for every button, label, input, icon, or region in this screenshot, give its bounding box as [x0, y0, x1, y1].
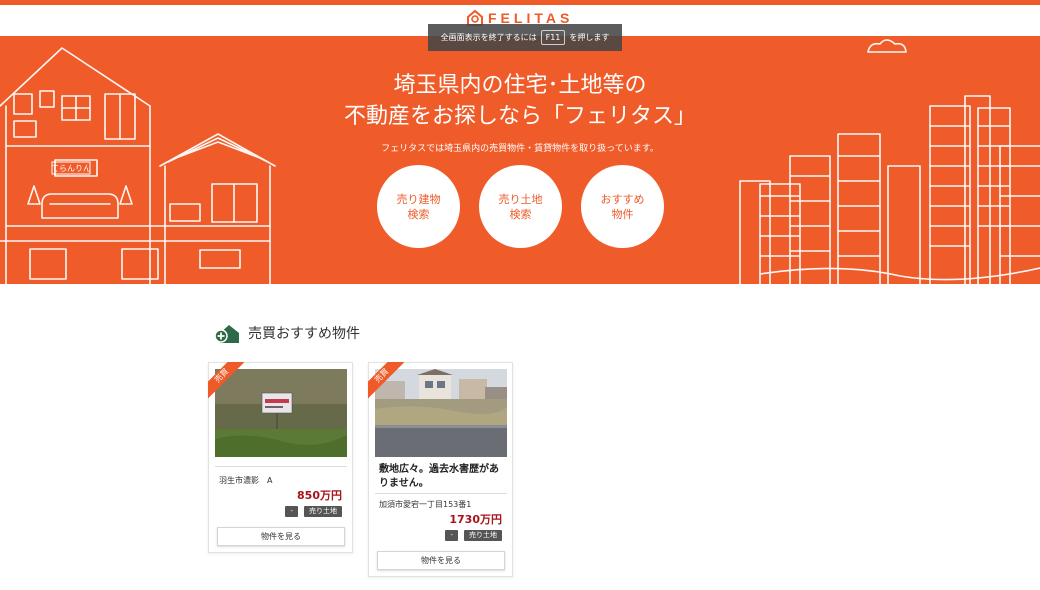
property-card[interactable]: 売買 羽生市濃影 A 850万円 - 売り土地 物件を見る — [208, 362, 353, 553]
hero-subtitle: フェリタスでは埼玉県内の売買物件・賃貸物件を取り扱っています。 — [381, 144, 659, 154]
hero-banner: てらんりん 埼玉県内の住宅･土地等の 不動産をお探しなら「フェリタス」 フェリタ… — [0, 36, 1040, 284]
fullscreen-key: F11 — [540, 30, 566, 45]
property-card[interactable]: 売買 敷地広々。過去水害歴がありません。 加須市愛宕一丁目153番1 1730万… — [368, 362, 513, 577]
property-name: 加須市愛宕一丁目153番1 — [379, 500, 472, 509]
property-price: 850万円 — [297, 489, 342, 502]
tag-row: - 売り土地 — [285, 506, 342, 517]
card-divider — [375, 493, 507, 494]
sale-ribbon: 売買 — [368, 362, 406, 400]
property-headline: 敷地広々。過去水害歴がありません。 — [379, 464, 499, 489]
search-land-button[interactable]: 売り土地 検索 — [479, 165, 562, 248]
fullscreen-notice: 全画面表示を終了するには F11 を押します — [428, 24, 622, 51]
category-tag: 売り土地 — [464, 530, 502, 541]
hero-shop-sign: てらんりん — [51, 164, 91, 173]
property-price: 1730万円 — [449, 513, 502, 526]
property-name: 羽生市濃影 A — [219, 476, 273, 485]
search-building-button[interactable]: 売り建物 検索 — [377, 165, 460, 248]
tag-row: - 売り土地 — [445, 530, 502, 541]
hero-title-line2: 不動産をお探しなら「フェリタス」 — [343, 104, 696, 129]
hero-title-line1: 埼玉県内の住宅･土地等の — [393, 73, 647, 98]
house-plus-icon — [214, 325, 239, 343]
recommended-button[interactable]: おすすめ 物件 — [581, 165, 664, 248]
fullscreen-notice-after: を押します — [569, 33, 610, 42]
view-property-button[interactable]: 物件を見る — [217, 527, 345, 546]
category-tag: - — [285, 506, 298, 517]
card-divider — [215, 466, 347, 467]
section-title: 売買おすすめ物件 — [248, 326, 360, 342]
view-property-button[interactable]: 物件を見る — [377, 551, 505, 570]
section-header: 売買おすすめ物件 — [214, 322, 360, 344]
sale-ribbon: 売買 — [208, 362, 246, 400]
category-tag: 売り土地 — [304, 506, 342, 517]
fullscreen-notice-before: 全画面表示を終了するには — [440, 33, 537, 42]
category-tag: - — [445, 530, 458, 541]
hero-title: 埼玉県内の住宅･土地等の 不動産をお探しなら「フェリタス」 — [0, 70, 1040, 132]
